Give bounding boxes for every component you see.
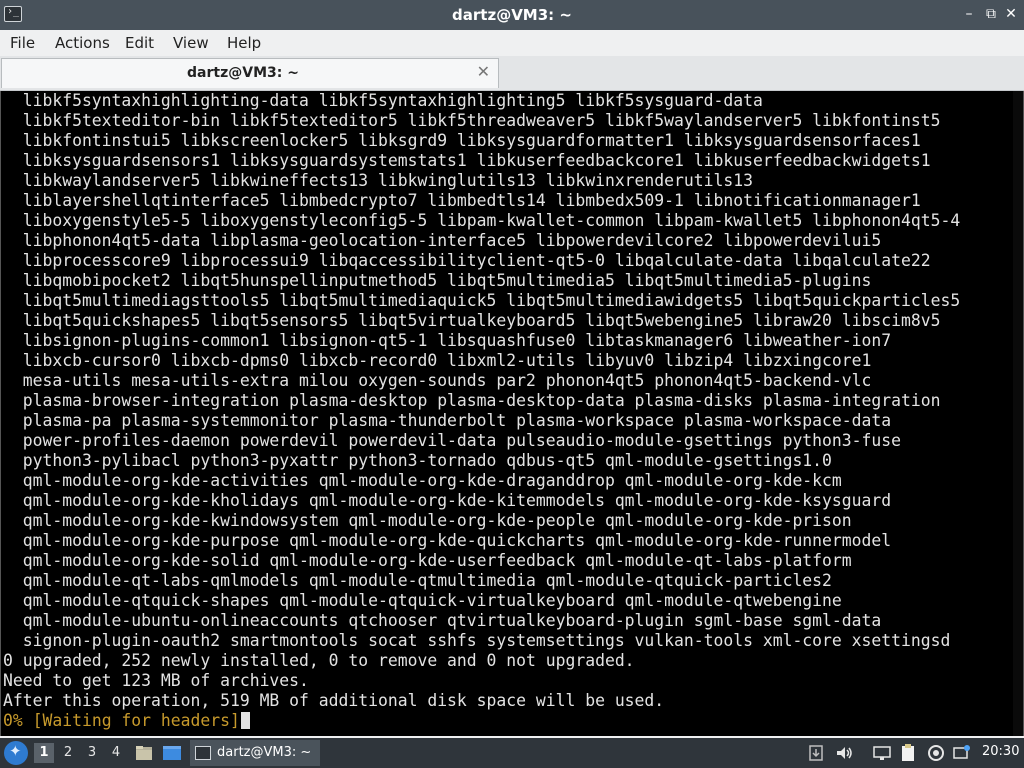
terminal-line: qml-module-org-kde-solid qml-module-org-…: [3, 551, 852, 570]
terminal-lines: libkf5syntaxhighlighting-data libkf5synt…: [3, 91, 1013, 731]
clock[interactable]: 20:30: [982, 744, 1019, 759]
terminal-line: liboxygenstyle5-5 liboxygenstyleconfig5-…: [3, 211, 961, 230]
terminal-line: libprocesscore9 libprocessui9 libqaccess…: [3, 251, 931, 270]
taskbar: 1 2 3 4 dartz@VM3: ~ 20:30: [0, 738, 1024, 768]
terminal-line: plasma-pa plasma-systemmonitor plasma-th…: [3, 411, 892, 430]
progress-percent: 0%: [3, 711, 23, 730]
terminal-line: signon-plugin-oauth2 smartmontools socat…: [3, 631, 951, 650]
terminal-line: libkf5syntaxhighlighting-data libkf5synt…: [3, 91, 763, 110]
terminal-line: libphonon4qt5-data libplasma-geolocation…: [3, 231, 882, 250]
terminal-line: libqt5quickshapes5 libqt5sensors5 libqt5…: [3, 311, 941, 330]
terminal-line: qml-module-org-kde-purpose qml-module-or…: [3, 531, 892, 550]
terminal-line: libqmobipocket2 libqt5hunspellinputmetho…: [3, 271, 872, 290]
menu-file[interactable]: File: [10, 34, 35, 52]
terminal-line: qml-module-org-kde-kwindowsystem qml-mod…: [3, 511, 852, 530]
update-notifier-icon[interactable]: [806, 743, 826, 763]
close-button[interactable]: ✕: [1002, 4, 1020, 24]
terminal-window: dartz@VM3: ~ – ⧉ ✕ File Actions Edit Vie…: [0, 0, 1024, 738]
terminal-line: libkf5texteditor-bin libkf5texteditor5 l…: [3, 111, 941, 130]
tab-bar: dartz@VM3: ~ ✕: [0, 56, 1024, 91]
terminal-task-icon: [195, 746, 211, 760]
terminal-line: plasma-browser-integration plasma-deskto…: [3, 391, 941, 410]
title-bar[interactable]: dartz@VM3: ~ – ⧉ ✕: [0, 0, 1024, 30]
menu-bar: File Actions Edit View Help: [0, 30, 1024, 56]
menu-edit[interactable]: Edit: [125, 34, 154, 52]
power-manager-icon[interactable]: [926, 743, 946, 763]
workspace-1[interactable]: 1: [34, 743, 54, 763]
terminal-tab[interactable]: dartz@VM3: ~ ✕: [1, 58, 499, 88]
workspace-4[interactable]: 4: [106, 743, 126, 763]
tab-close-icon[interactable]: ✕: [477, 62, 490, 81]
maximize-button[interactable]: ⧉: [982, 4, 1000, 24]
terminal-line: qml-module-qt-labs-qmlmodels qml-module-…: [3, 571, 832, 590]
menu-help[interactable]: Help: [227, 34, 261, 52]
terminal-line: libkwaylandserver5 libkwineffects13 libk…: [3, 171, 753, 190]
terminal-output[interactable]: libkf5syntaxhighlighting-data libkf5synt…: [0, 91, 1024, 736]
menu-view[interactable]: View: [173, 34, 209, 52]
terminal-line: libxcb-cursor0 libxcb-dpms0 libxcb-recor…: [3, 351, 872, 370]
terminal-line: 0 upgraded, 252 newly installed, 0 to re…: [3, 651, 635, 670]
terminal-progress-line: 0% [Waiting for headers]: [3, 711, 1013, 731]
terminal-line: mesa-utils mesa-utils-extra milou oxygen…: [3, 371, 872, 390]
window-title: dartz@VM3: ~: [452, 6, 572, 24]
show-desktop-icon[interactable]: [162, 743, 182, 763]
terminal-line: qml-module-org-kde-activities qml-module…: [3, 471, 842, 490]
volume-icon[interactable]: [834, 743, 854, 763]
terminal-line: After this operation, 519 MB of addition…: [3, 691, 665, 710]
terminal-line: Need to get 123 MB of archives.: [3, 671, 309, 690]
task-label: dartz@VM3: ~: [217, 745, 312, 760]
terminal-scrollbar[interactable]: [1013, 91, 1023, 736]
text-cursor: [240, 712, 250, 729]
minimize-button[interactable]: –: [960, 4, 978, 24]
terminal-line: libsignon-plugins-common1 libsignon-qt5-…: [3, 331, 892, 350]
clipboard-icon[interactable]: [898, 743, 918, 763]
terminal-line: qml-module-qtquick-shapes qml-module-qtq…: [3, 591, 842, 610]
file-manager-icon[interactable]: [134, 743, 154, 763]
network-icon[interactable]: [872, 743, 892, 763]
workspace-2[interactable]: 2: [58, 743, 78, 763]
terminal-line: libkfontinstui5 libkscreenlocker5 libksg…: [3, 131, 921, 150]
terminal-line: libksysguardsensors1 libksysguardsystems…: [3, 151, 931, 170]
terminal-line: power-profiles-daemon powerdevil powerde…: [3, 431, 901, 450]
progress-status: [Waiting for headers]: [32, 711, 240, 730]
menu-actions[interactable]: Actions: [55, 34, 110, 52]
start-menu-icon[interactable]: [4, 741, 28, 765]
terminal-line: libqt5multimediagsttools5 libqt5multimed…: [3, 291, 961, 310]
terminal-line: qml-module-ubuntu-onlineaccounts qtchoos…: [3, 611, 882, 630]
tab-label: dartz@VM3: ~: [187, 65, 299, 81]
terminal-line: liblayershellqtinterface5 libmbedcrypto7…: [3, 191, 921, 210]
workspace-3[interactable]: 3: [82, 743, 102, 763]
terminal-line: python3-pylibacl python3-pyxattr python3…: [3, 451, 832, 470]
terminal-line: qml-module-org-kde-kholidays qml-module-…: [3, 491, 892, 510]
taskbar-task-terminal[interactable]: dartz@VM3: ~: [190, 740, 320, 766]
notifications-icon[interactable]: [952, 743, 972, 763]
